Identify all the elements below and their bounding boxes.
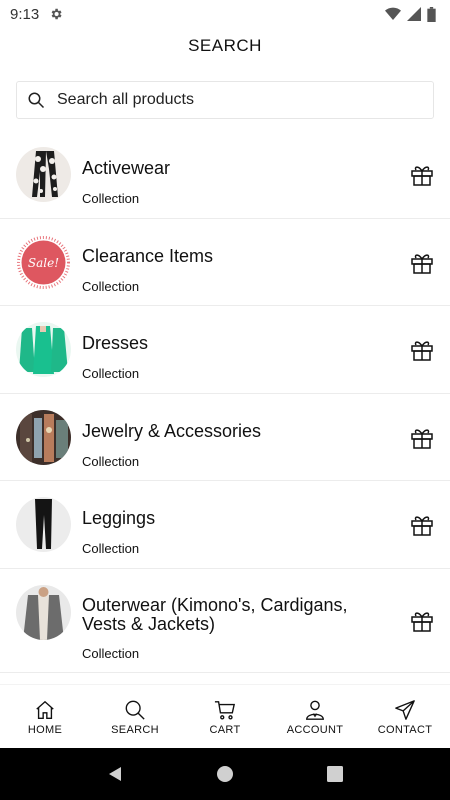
home-icon xyxy=(36,700,54,719)
list-item[interactable]: Outerwear (Kimono's, Cardigans, Vests & … xyxy=(0,569,450,673)
cart-icon xyxy=(214,700,236,719)
settings-gear-icon xyxy=(51,8,62,20)
gift-icon[interactable] xyxy=(410,610,434,632)
dresses-thumbnail xyxy=(16,322,71,377)
nav-contact[interactable]: CONTACT xyxy=(360,685,450,749)
leggings-thumbnail xyxy=(16,497,71,552)
search-input[interactable] xyxy=(55,90,399,110)
jewelry-thumbnail xyxy=(16,410,71,465)
collection-title: Jewelry & Accessories xyxy=(82,421,262,441)
collection-subtitle: Collection xyxy=(82,366,140,381)
nav-label: ACCOUNT xyxy=(286,723,344,736)
wifi-icon xyxy=(385,7,401,20)
nav-label: CONTACT xyxy=(377,723,433,736)
list-item[interactable]: Leggings Collection xyxy=(0,481,450,569)
list-item[interactable]: Activewear Collection xyxy=(0,131,450,219)
collection-subtitle: Collection xyxy=(82,279,140,294)
nav-label: SEARCH xyxy=(111,723,159,736)
system-navigation-bar xyxy=(0,748,450,800)
nav-label: CART xyxy=(209,723,241,736)
collection-subtitle: Collection xyxy=(82,646,140,661)
gift-icon[interactable] xyxy=(410,514,434,536)
list-item[interactable]: Jewelry & Accessories Collection xyxy=(0,394,450,481)
nav-home[interactable]: HOME xyxy=(0,685,90,749)
nav-account[interactable]: ACCOUNT xyxy=(270,685,360,749)
collection-subtitle: Collection xyxy=(82,541,140,556)
search-icon xyxy=(28,92,45,109)
back-icon[interactable] xyxy=(106,765,124,783)
collection-title: Clearance Items xyxy=(82,246,214,266)
list-item[interactable]: Sale! Clearance Items Collection xyxy=(0,219,450,306)
collection-list: Activewear Collection Sale! Clearance It… xyxy=(0,131,450,673)
collection-title: Dresses xyxy=(82,333,149,353)
gift-icon[interactable] xyxy=(410,252,434,274)
home-circle-icon[interactable] xyxy=(216,765,234,783)
collection-title: Activewear xyxy=(82,158,171,178)
collection-subtitle: Collection xyxy=(82,191,140,206)
send-icon xyxy=(395,699,415,720)
status-bar: 9:13 xyxy=(0,0,450,28)
search-icon xyxy=(125,700,145,720)
account-icon xyxy=(306,700,324,720)
sale-thumbnail-text: Sale! xyxy=(28,256,59,270)
collection-subtitle: Collection xyxy=(82,454,140,469)
gift-icon[interactable] xyxy=(410,427,434,449)
signal-icon xyxy=(407,7,421,21)
outerwear-thumbnail xyxy=(16,585,71,640)
activewear-thumbnail xyxy=(16,147,71,202)
nav-cart[interactable]: CART xyxy=(180,685,270,749)
bottom-navigation: HOME SEARCH CART ACCOUNT CONTACT xyxy=(0,684,450,749)
recents-square-icon[interactable] xyxy=(326,765,344,783)
gift-icon[interactable] xyxy=(410,339,434,361)
list-item[interactable]: Dresses Collection xyxy=(0,306,450,394)
page-title: SEARCH xyxy=(188,36,262,55)
battery-icon xyxy=(427,6,436,22)
status-time: 9:13 xyxy=(10,5,40,23)
gift-icon[interactable] xyxy=(410,164,434,186)
clearance-thumbnail: Sale! xyxy=(16,235,71,290)
search-box[interactable] xyxy=(16,81,434,119)
collection-title: Outerwear (Kimono's, Cardigans, Vests & … xyxy=(82,595,348,634)
collection-title: Leggings xyxy=(82,508,156,528)
nav-label: HOME xyxy=(27,723,63,736)
nav-search[interactable]: SEARCH xyxy=(90,685,180,749)
